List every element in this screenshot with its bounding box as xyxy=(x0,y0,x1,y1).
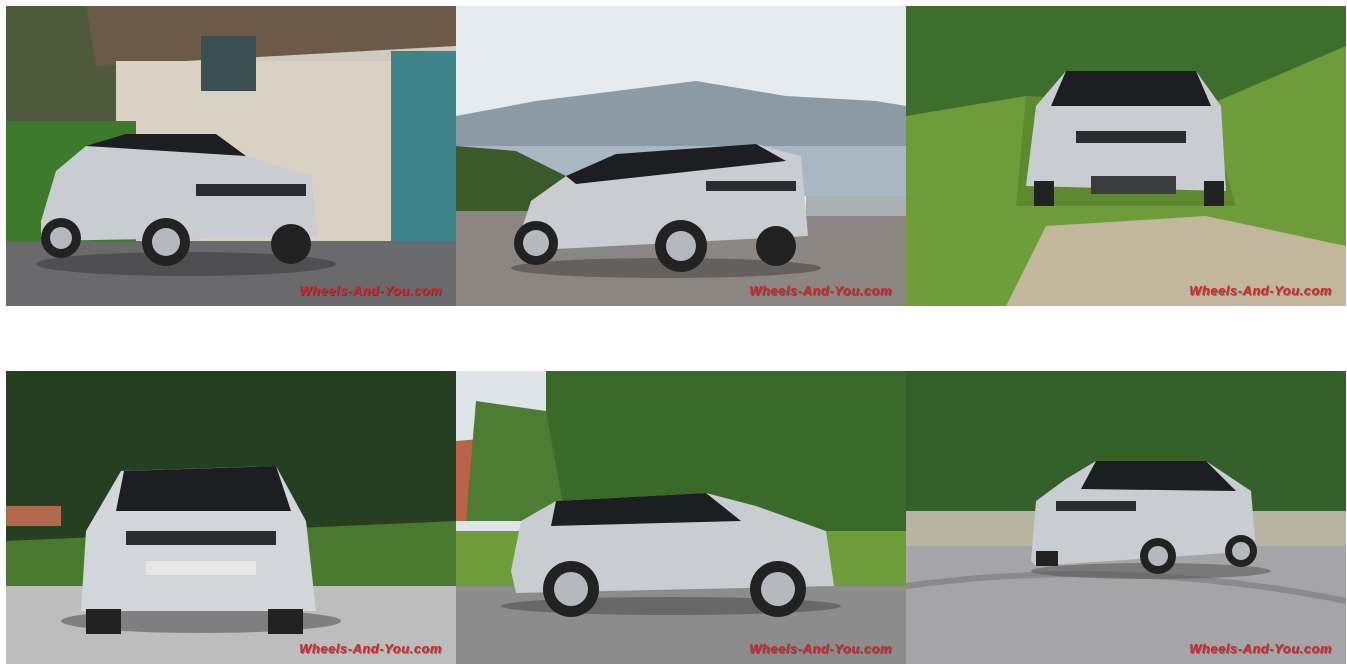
watermark-text: Wheels-And-You.com xyxy=(299,641,442,656)
photo-6-image xyxy=(906,371,1346,664)
watermark-text: Wheels-And-You.com xyxy=(749,641,892,656)
watermark-text: Wheels-And-You.com xyxy=(749,283,892,298)
photo-4-image xyxy=(6,371,456,664)
gallery-photo-4[interactable]: Wheels-And-You.com xyxy=(6,371,456,664)
gallery-photo-1[interactable]: Wheels-And-You.com xyxy=(6,6,456,306)
photo-2-image xyxy=(456,6,906,306)
gallery-photo-6[interactable]: Wheels-And-You.com xyxy=(906,371,1346,664)
gallery-photo-5[interactable]: Wheels-And-You.com xyxy=(456,371,906,664)
photo-1-image xyxy=(6,6,456,306)
watermark-text: Wheels-And-You.com xyxy=(1189,641,1332,656)
photo-gallery: Wheels-And-You.com Wheels-And-You.com Wh… xyxy=(0,0,1347,664)
photo-3-image xyxy=(906,6,1346,306)
gallery-photo-2[interactable]: Wheels-And-You.com xyxy=(456,6,906,306)
gallery-photo-3[interactable]: Wheels-And-You.com xyxy=(906,6,1346,306)
photo-5-image xyxy=(456,371,906,664)
watermark-text: Wheels-And-You.com xyxy=(299,283,442,298)
watermark-text: Wheels-And-You.com xyxy=(1189,283,1332,298)
